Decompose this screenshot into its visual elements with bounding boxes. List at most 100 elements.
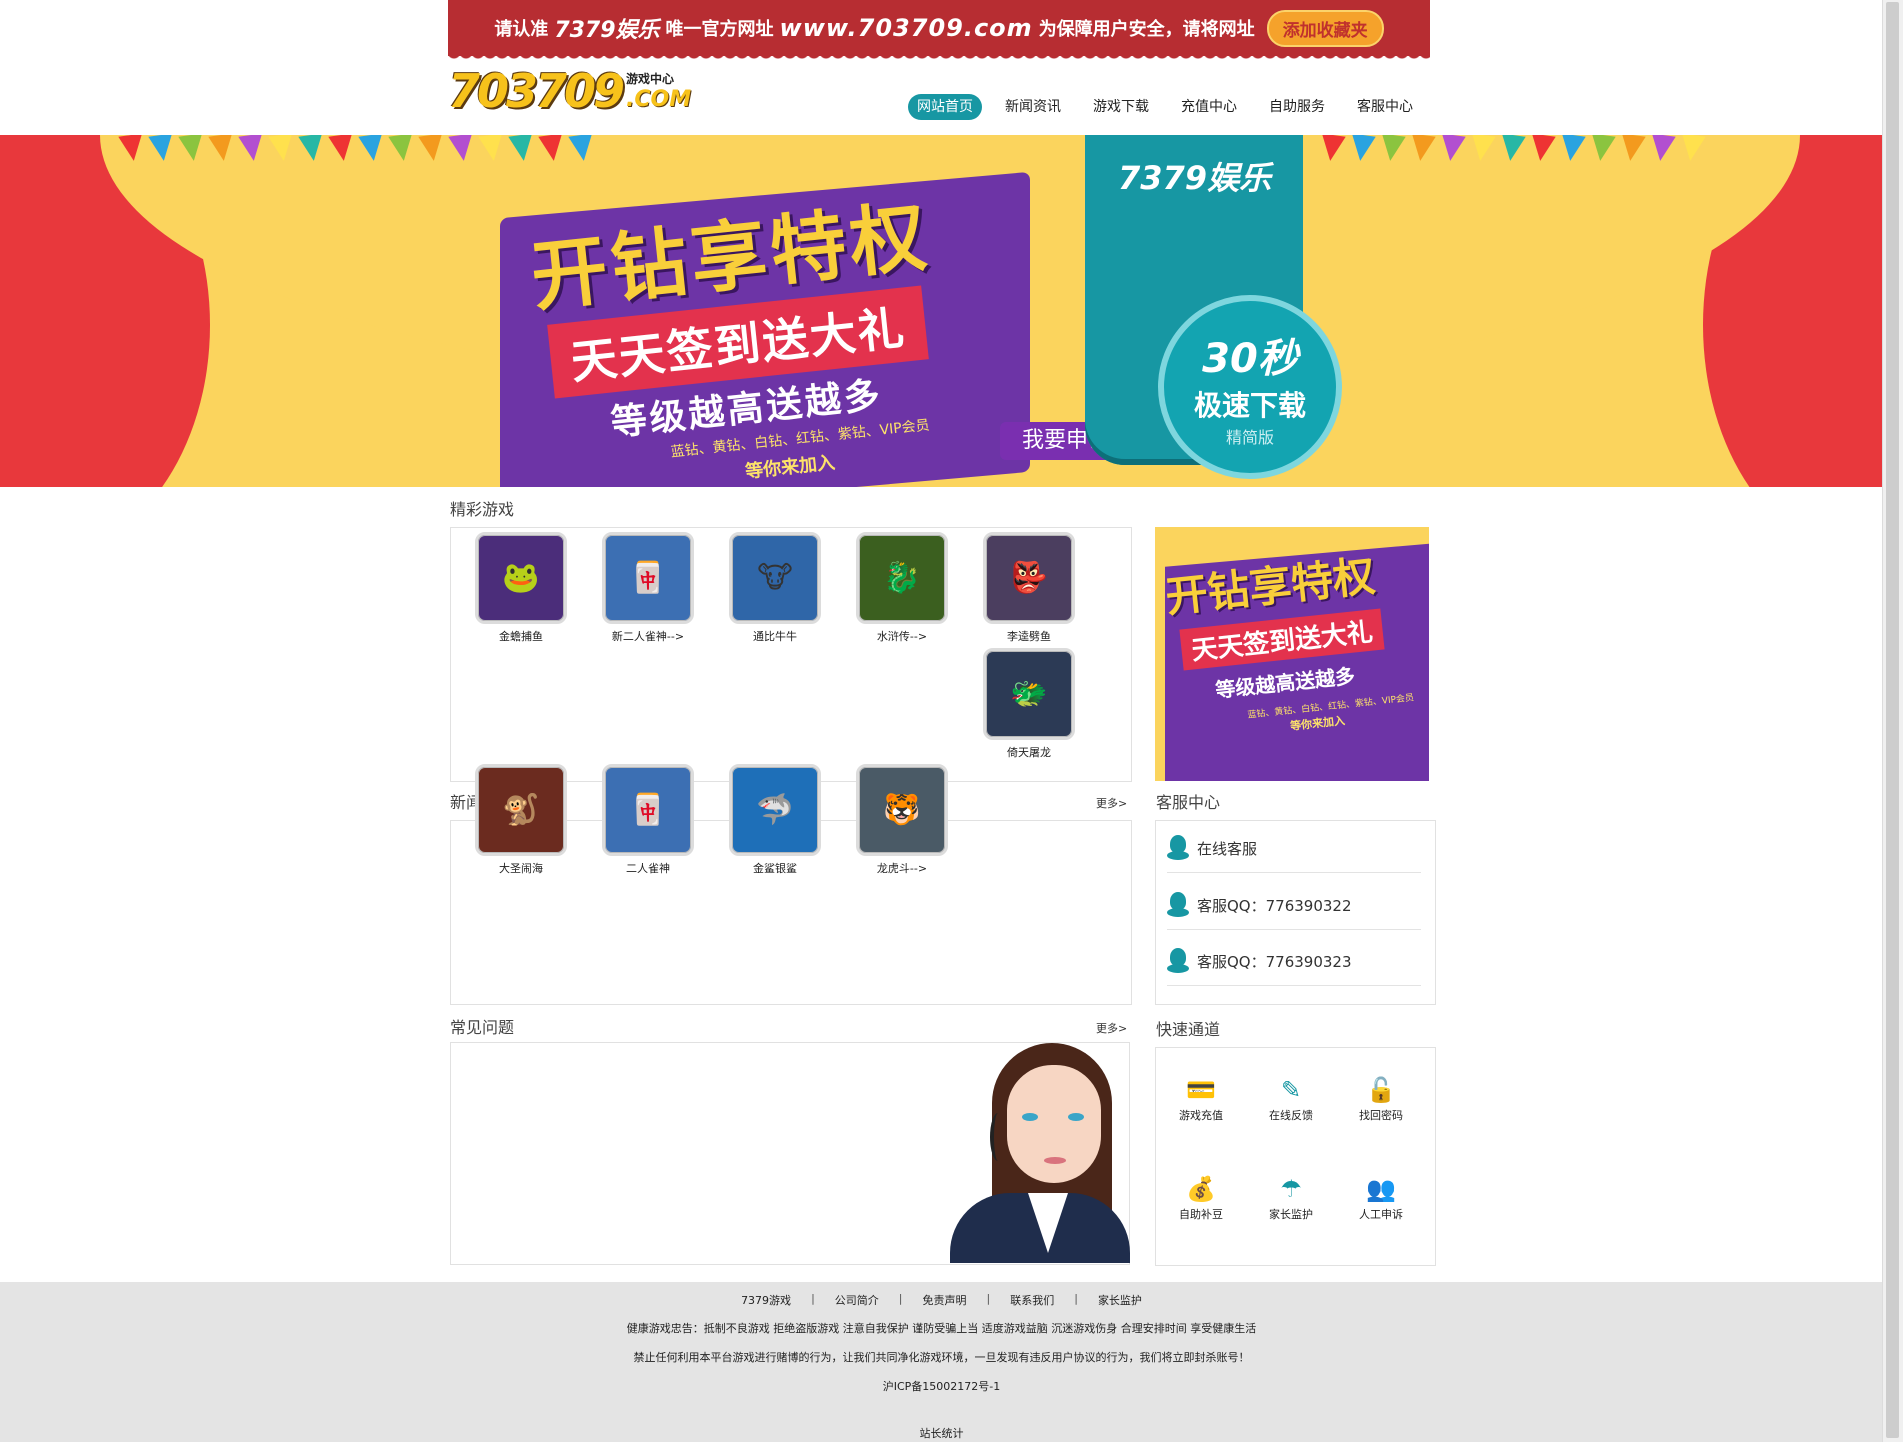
game-name[interactable]: 金蟾捕鱼 xyxy=(466,628,576,644)
qq-penguin-icon xyxy=(1167,948,1189,974)
bunting-flag xyxy=(1408,135,1436,163)
bunting-flag xyxy=(1618,135,1646,163)
bunting-flag xyxy=(1648,135,1676,163)
bunting-flag xyxy=(358,135,386,163)
quick-link-label: 游戏充值 xyxy=(1179,1109,1223,1122)
game-item[interactable]: 🐲 倚天屠龙 xyxy=(974,648,1084,760)
cs-item[interactable]: 客服QQ：776390323 xyxy=(1167,937,1421,986)
game-name[interactable]: 倚天屠龙 xyxy=(974,744,1084,760)
quick-link[interactable]: 💰 自助补豆 xyxy=(1161,1174,1241,1222)
cs-label: 客服QQ：776390323 xyxy=(1197,952,1352,971)
bunting-flag xyxy=(388,135,416,163)
add-favorite-button[interactable]: 添加收藏夹 xyxy=(1266,9,1384,47)
bunting-flag xyxy=(1528,135,1556,163)
logo-subtitle: 游戏中心 xyxy=(626,72,675,86)
bunting-flag xyxy=(118,135,146,163)
qq-penguin-icon xyxy=(1167,892,1189,918)
footer-stats-link[interactable]: 站长统计 xyxy=(0,1425,1883,1441)
footer-links: 7379游戏 | 公司简介 | 免责声明 | 联系我们 | 家长监护 xyxy=(0,1292,1883,1308)
hero-banner[interactable]: 开钻享特权 天天签到送大礼 等级越高送越多 蓝钻、黄钻、白钻、红钻、紫钻、VIP… xyxy=(0,135,1883,487)
dragon-knight-icon[interactable]: 🐲 xyxy=(983,648,1075,740)
download-brand: 7379娱乐 xyxy=(1118,159,1272,197)
side-promo-banner[interactable]: 开钻享特权 天天签到送大礼 等级越高送越多 蓝钻、黄钻、白钻、红钻、紫钻、VIP… xyxy=(1155,527,1429,781)
game-name[interactable]: 二人雀神 xyxy=(593,860,703,876)
cartoon-ox-icon[interactable]: 🐮 xyxy=(729,532,821,624)
mahjong-kids-icon[interactable]: 🀄 xyxy=(602,532,694,624)
nav-download[interactable]: 游戏下载 xyxy=(1084,94,1158,120)
nav-news[interactable]: 新闻资讯 xyxy=(996,94,1070,120)
quick-link[interactable]: ✎ 在线反馈 xyxy=(1251,1075,1331,1123)
quick-link[interactable]: 🔓 找回密码 xyxy=(1341,1075,1421,1123)
game-item[interactable]: 🐮 通比牛牛 xyxy=(720,532,830,644)
download-button[interactable]: 30秒 极速下载 精简版 xyxy=(1158,295,1342,479)
bunting-flag xyxy=(1348,135,1376,163)
game-name[interactable]: 李逵劈鱼 xyxy=(974,628,1084,644)
faq-section-title: 常见问题 xyxy=(450,1018,515,1037)
footer: 7379游戏 | 公司简介 | 免责声明 | 联系我们 | 家长监护 健康游戏忠告：抵制不良游戏… xyxy=(0,1282,1883,1442)
game-name[interactable]: 新二人雀神--> xyxy=(593,628,703,644)
edit-icon: ✎ xyxy=(1280,1076,1302,1104)
bunting-flag xyxy=(1468,135,1496,163)
top-notice-bar: 请认准 7379娱乐 唯一官方网址 www.703709.com 为保障用户安全… xyxy=(448,0,1430,62)
nav-self-service[interactable]: 自助服务 xyxy=(1260,94,1334,120)
vertical-scrollbar[interactable] xyxy=(1882,0,1903,1442)
game-name[interactable]: 水浒传--> xyxy=(847,628,957,644)
dragon-tiger-icon[interactable]: 🐯 xyxy=(856,764,948,856)
game-name[interactable]: 金鲨银鲨 xyxy=(720,860,830,876)
footer-link[interactable]: 7379游戏 xyxy=(721,1292,811,1308)
notice-suffix: 为保障用户安全，请将网址 xyxy=(1038,19,1255,40)
dragon-icon[interactable]: 🐉 xyxy=(856,532,948,624)
footer-link[interactable]: 公司简介 xyxy=(815,1292,899,1308)
notice-site-url: www.703709.com xyxy=(779,14,1033,42)
shark-icon[interactable]: 🦈 xyxy=(729,764,821,856)
credit-card-icon: 💳 xyxy=(1186,1076,1216,1104)
quick-link[interactable]: 👥 人工申诉 xyxy=(1341,1174,1421,1222)
scrollbar-thumb[interactable] xyxy=(1886,2,1899,1438)
game-item[interactable]: 👺 李逵劈鱼 xyxy=(974,532,1084,644)
nav-customer-service[interactable]: 客服中心 xyxy=(1348,94,1422,120)
nav-home[interactable]: 网站首页 xyxy=(908,94,982,120)
faq-more-link[interactable]: 更多> xyxy=(1096,1020,1127,1036)
news-more-link[interactable]: 更多> xyxy=(1096,795,1127,811)
footer-link[interactable]: 免责声明 xyxy=(903,1292,987,1308)
game-name[interactable]: 大圣闹海 xyxy=(466,860,576,876)
support-agent-icon: 👥 xyxy=(1366,1175,1396,1203)
footer-advice: 健康游戏忠告：抵制不良游戏 拒绝盗版游戏 注意自我保护 谨防受骗上当 适度游戏益… xyxy=(626,1322,1257,1335)
bunting-right xyxy=(1318,135,1710,175)
game-item[interactable]: 🐒 大圣闹海 xyxy=(466,764,576,876)
customer-agent-illustration xyxy=(950,1043,1130,1263)
mahjong-kids-icon[interactable]: 🀄 xyxy=(602,764,694,856)
quick-link-label: 找回密码 xyxy=(1359,1109,1403,1122)
bunting-flag xyxy=(1378,135,1406,163)
footer-link[interactable]: 家长监护 xyxy=(1078,1292,1162,1308)
game-item[interactable]: 🐯 龙虎斗--> xyxy=(847,764,957,876)
games-section-title: 精彩游戏 xyxy=(450,500,515,519)
quick-link[interactable]: 💳 游戏充值 xyxy=(1161,1075,1241,1123)
warrior-icon[interactable]: 👺 xyxy=(983,532,1075,624)
lock-icon: 🔓 xyxy=(1366,1076,1396,1104)
logo-number: 703709 xyxy=(448,64,625,118)
quick-link-label: 家长监护 xyxy=(1269,1208,1313,1221)
game-name[interactable]: 通比牛牛 xyxy=(720,628,830,644)
cs-item[interactable]: 在线客服 xyxy=(1167,824,1421,873)
cs-item[interactable]: 客服QQ：776390322 xyxy=(1167,881,1421,930)
golden-toad-icon[interactable]: 🐸 xyxy=(475,532,567,624)
quick-link-label: 在线反馈 xyxy=(1269,1109,1313,1122)
quick-link[interactable]: ☂ 家长监护 xyxy=(1251,1174,1331,1222)
bunting-flag xyxy=(1588,135,1616,163)
game-item[interactable]: 🦈 金鲨银鲨 xyxy=(720,764,830,876)
game-name[interactable]: 龙虎斗--> xyxy=(847,860,957,876)
nav-recharge[interactable]: 充值中心 xyxy=(1172,94,1246,120)
game-item[interactable]: 🐸 金蟾捕鱼 xyxy=(466,532,576,644)
footer-icp[interactable]: 沪ICP备15002172号-1 xyxy=(0,1378,1883,1394)
game-item[interactable]: 🐉 水浒传--> xyxy=(847,532,957,644)
site-logo[interactable]: 703709 游戏中心 .COM xyxy=(448,62,691,120)
footer-link[interactable]: 联系我们 xyxy=(990,1292,1074,1308)
game-item[interactable]: 🀄 二人雀神 xyxy=(593,764,703,876)
quick-link-label: 人工申诉 xyxy=(1359,1208,1403,1221)
cs-label: 在线客服 xyxy=(1197,839,1258,858)
monkey-king-icon[interactable]: 🐒 xyxy=(475,764,567,856)
bunting-flag xyxy=(538,135,566,163)
game-item[interactable]: 🀄 新二人雀神--> xyxy=(593,532,703,644)
bunting-flag xyxy=(1558,135,1586,163)
